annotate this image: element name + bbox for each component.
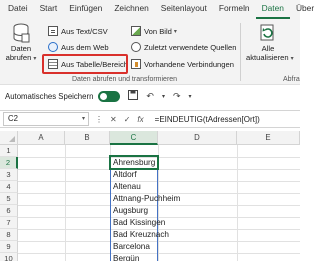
- tab-seitenlayout[interactable]: Seitenlayout: [155, 0, 213, 19]
- refresh-icon: [260, 24, 274, 41]
- database-icon: [13, 23, 30, 43]
- name-box-value: C2: [8, 114, 18, 123]
- from-picture-label: Von Bild: [144, 26, 172, 36]
- select-all-corner[interactable]: [0, 131, 18, 145]
- tab-zeichnen[interactable]: Zeichnen: [108, 0, 154, 19]
- save-icon[interactable]: [128, 90, 139, 102]
- column-header-a[interactable]: A: [18, 131, 65, 145]
- grid-line: [18, 205, 300, 206]
- get-data-label-2: abrufen ▾: [5, 53, 37, 62]
- column-header-c[interactable]: C: [110, 131, 158, 145]
- insert-function-icon[interactable]: fx: [137, 115, 143, 124]
- ribbon: Daten abrufen ▾ Aus Text/CSV Aus dem Web …: [0, 19, 300, 85]
- name-box[interactable]: C2 ▾: [3, 112, 89, 126]
- group-divider: [240, 23, 241, 81]
- grid-line: [65, 145, 66, 261]
- row-header-10[interactable]: 10: [0, 253, 18, 261]
- autosave-label: Automatisches Speichern: [5, 91, 94, 101]
- tab-start[interactable]: Start: [34, 0, 64, 19]
- row-header-9[interactable]: 9: [0, 241, 18, 253]
- cell-c5[interactable]: Attnang-Puchheim: [111, 193, 180, 205]
- cell-c6[interactable]: Augsburg: [111, 205, 148, 217]
- get-data-button[interactable]: Daten abrufen ▾: [5, 23, 37, 64]
- row-header-3[interactable]: 3: [0, 169, 18, 181]
- grid-line: [237, 145, 238, 261]
- grid-line: [18, 181, 300, 182]
- customize-toolbar-icon[interactable]: ▾: [189, 93, 192, 100]
- chevron-down-icon[interactable]: ▾: [82, 113, 85, 125]
- cell-c7[interactable]: Bad Kissingen: [111, 217, 165, 229]
- group-label-transform: Daten abrufen und transformieren: [72, 76, 178, 83]
- chevron-down-icon[interactable]: ▾: [162, 93, 165, 100]
- column-header-e[interactable]: E: [237, 131, 300, 145]
- row-header-1[interactable]: 1: [0, 145, 18, 157]
- row-header-6[interactable]: 6: [0, 205, 18, 217]
- active-cell-indicator: [109, 155, 159, 170]
- row-header-2[interactable]: 2: [0, 157, 18, 169]
- from-web-button[interactable]: Aus dem Web: [48, 42, 109, 52]
- existing-connections-button[interactable]: Vorhandene Verbindungen: [131, 59, 234, 69]
- tab-formeln[interactable]: Formeln: [213, 0, 256, 19]
- get-data-label-1: Daten: [10, 44, 32, 53]
- from-web-label: Aus dem Web: [61, 42, 109, 52]
- cell-c10[interactable]: Bergün: [111, 253, 139, 261]
- row-header-5[interactable]: 5: [0, 193, 18, 205]
- formula-input[interactable]: =EINDEUTIG(tAdressen[Ort]): [155, 115, 260, 124]
- cell-c8[interactable]: Bad Kreuznach: [111, 229, 169, 241]
- connections-icon: [131, 59, 141, 69]
- row-header-4[interactable]: 4: [0, 181, 18, 193]
- from-text-csv-button[interactable]: Aus Text/CSV: [48, 26, 108, 36]
- refresh-all-button[interactable]: Alle aktualisieren ▾: [246, 23, 294, 64]
- globe-icon: [48, 42, 58, 52]
- refresh-all-label-2: aktualisieren ▾: [246, 53, 294, 62]
- recent-sources-label: Zuletzt verwendete Quellen: [144, 42, 237, 52]
- autosave-toggle[interactable]: [98, 90, 121, 102]
- cell-c9[interactable]: Barcelona: [111, 241, 150, 253]
- more-icon[interactable]: ⋮: [95, 115, 103, 124]
- grid-line: [18, 253, 300, 254]
- tab-daten[interactable]: Daten: [255, 0, 290, 19]
- grid-line: [18, 157, 300, 158]
- recent-sources-button[interactable]: Zuletzt verwendete Quellen: [131, 42, 236, 52]
- row-header-8[interactable]: 8: [0, 229, 18, 241]
- refresh-all-label-1: Alle: [261, 44, 275, 53]
- group-label-queries: Abfra: [283, 76, 300, 83]
- grid-line: [18, 169, 300, 170]
- picture-icon: [131, 26, 141, 36]
- tab-datei[interactable]: Datei: [0, 0, 34, 19]
- grid-line: [18, 241, 300, 242]
- cancel-icon[interactable]: ✕: [110, 115, 117, 124]
- column-header-d[interactable]: D: [158, 131, 237, 145]
- existing-connections-label: Vorhandene Verbindungen: [144, 59, 234, 69]
- clock-icon: [131, 42, 141, 52]
- chevron-down-icon: ▾: [173, 28, 177, 35]
- ribbon-tab-bar: Datei Start Einfügen Zeichnen Seitenlayo…: [0, 0, 314, 19]
- cell-c3[interactable]: Altdorf: [111, 169, 137, 181]
- highlight-box: [42, 54, 128, 74]
- row-header-7[interactable]: 7: [0, 217, 18, 229]
- column-header-b[interactable]: B: [65, 131, 110, 145]
- tab-ueberpruefen[interactable]: Über: [290, 0, 320, 19]
- enter-icon[interactable]: ✓: [124, 115, 131, 124]
- from-picture-button[interactable]: Von Bild ▾: [131, 26, 177, 36]
- chevron-down-icon: ▾: [33, 56, 37, 62]
- formula-bar: C2 ▾ ⋮ ✕ ✓ fx =EINDEUTIG(tAdressen[Ort]): [0, 110, 300, 128]
- formula-controls: ⋮ ✕ ✓ fx: [95, 115, 151, 124]
- text-file-icon: [48, 26, 58, 36]
- chevron-down-icon: ▾: [290, 56, 294, 62]
- quick-access-toolbar: Automatisches Speichern ↶ ▾ ↷ ▾: [0, 86, 300, 106]
- redo-icon[interactable]: ↷: [173, 91, 181, 102]
- from-text-csv-label: Aus Text/CSV: [61, 26, 108, 36]
- worksheet-grid[interactable]: A B C D E 1 2 3 4 5 6 7 8 9 10 Ahrensbur…: [0, 131, 300, 261]
- cell-c4[interactable]: Altenau: [111, 181, 141, 193]
- tab-einfuegen[interactable]: Einfügen: [63, 0, 108, 19]
- undo-icon[interactable]: ↶: [146, 91, 154, 102]
